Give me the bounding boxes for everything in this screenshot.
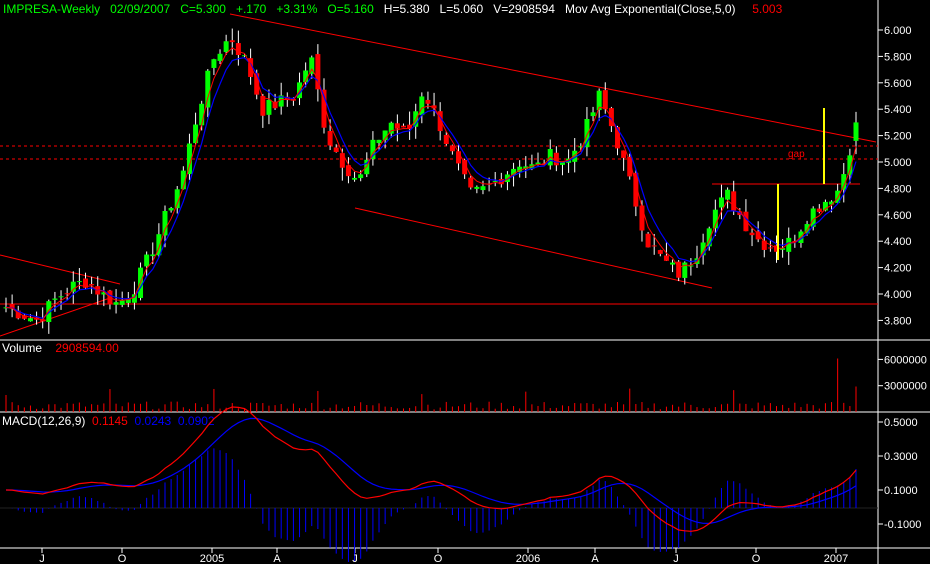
x-tick-label: A <box>591 553 599 564</box>
candle-body <box>162 211 168 236</box>
candle-body <box>131 294 137 303</box>
candle-body <box>468 177 474 188</box>
candle-body <box>217 53 223 61</box>
candle-body <box>376 139 382 144</box>
x-tick-label: O <box>434 553 443 564</box>
candle-body <box>645 233 651 248</box>
candle-body <box>260 96 266 116</box>
candle-body <box>89 284 95 286</box>
candle-body <box>725 189 731 200</box>
x-tick-label: J <box>352 553 358 564</box>
candle-body <box>639 205 645 231</box>
candle-body <box>437 111 443 132</box>
candle-body <box>205 70 211 108</box>
candle-body <box>150 254 156 257</box>
candle-body <box>119 300 125 305</box>
macd-tick-label: 0.5000 <box>884 417 918 429</box>
candle-body <box>327 130 333 146</box>
candle-body <box>443 134 449 144</box>
price-tick-label: 4.800 <box>884 183 912 195</box>
price-tick-label: 6.000 <box>884 25 912 37</box>
candle-body <box>657 250 663 254</box>
candle-body <box>474 186 480 189</box>
candle-body <box>27 318 33 322</box>
x-tick-label: O <box>752 553 761 564</box>
candle-body <box>266 99 272 115</box>
candle-body <box>52 298 58 300</box>
x-tick-label: 2007 <box>824 553 848 564</box>
candle-body <box>235 43 241 56</box>
x-tick-label: 2006 <box>516 553 540 564</box>
candle-body <box>731 191 737 211</box>
macd-line <box>5 406 857 532</box>
price-tick-label: 4.000 <box>884 289 912 301</box>
macd-tick-label: 0.3000 <box>884 451 918 463</box>
candle-body <box>449 145 455 152</box>
candle-body <box>615 127 621 149</box>
candle-body <box>388 122 394 134</box>
trend-line <box>354 207 713 289</box>
price-tick-label: 5.000 <box>884 157 912 169</box>
volume-tick-label: 6000000 <box>884 354 927 366</box>
candle-body <box>229 40 235 43</box>
x-tick-label: 2005 <box>200 553 224 564</box>
candle-body <box>223 41 229 52</box>
candle-body <box>70 281 76 292</box>
price-tick-label: 4.600 <box>884 210 912 222</box>
x-tick-label: J <box>673 553 679 564</box>
price-panel <box>0 13 877 337</box>
candle-body <box>211 59 217 68</box>
candle-body <box>816 208 822 212</box>
candle-body <box>553 152 559 166</box>
price-tick-label: 5.800 <box>884 51 912 63</box>
candle-body <box>358 174 364 179</box>
price-tick-label: 5.600 <box>884 78 912 90</box>
price-tick-label: 3.800 <box>884 315 912 327</box>
macd-tick-label: -0.1000 <box>884 519 921 531</box>
candle-body <box>333 147 339 152</box>
volume-panel <box>5 358 857 412</box>
candle-body <box>767 247 773 249</box>
candle-body <box>352 177 358 180</box>
candle-body <box>58 296 64 298</box>
macd-tick-label: 0.1000 <box>884 485 918 497</box>
candle-body <box>663 255 669 261</box>
candle-body <box>480 186 486 191</box>
x-tick-label: J <box>39 553 45 564</box>
candle-body <box>651 245 657 247</box>
trend-line <box>0 254 121 285</box>
candle-body <box>621 150 627 158</box>
gap-annotation: gap <box>788 149 805 160</box>
candle-body <box>853 122 859 141</box>
x-tick-label: O <box>118 553 127 564</box>
candle-body <box>749 232 755 236</box>
macd-panel <box>0 406 878 562</box>
axis-labels: 6.000 5.800 5.600 5.400 5.200 5.000 4.800 4.600… <box>39 25 927 564</box>
candle-body <box>590 112 596 117</box>
price-tick-label: 4.400 <box>884 236 912 248</box>
price-tick-label: 4.200 <box>884 263 912 275</box>
candle-body <box>718 197 724 208</box>
candle-body <box>394 123 400 129</box>
candle-body <box>400 125 406 128</box>
candle-body <box>76 281 82 283</box>
ma-line <box>5 56 857 319</box>
candle-body <box>425 99 431 104</box>
trend-line <box>229 13 877 143</box>
candle-body <box>144 254 150 267</box>
price-tick-label: 5.400 <box>884 104 912 116</box>
candle-body <box>602 90 608 110</box>
price-tick-label: 5.200 <box>884 131 912 143</box>
candle-body <box>168 208 174 211</box>
x-tick-label: A <box>273 553 281 564</box>
volume-tick-label: 3000000 <box>884 381 927 393</box>
candle-body <box>492 180 498 182</box>
candle-body <box>670 262 676 265</box>
price-chart: 6.000 5.800 5.600 5.400 5.200 5.000 4.800 4.600… <box>0 0 930 564</box>
candle-body <box>113 302 119 305</box>
